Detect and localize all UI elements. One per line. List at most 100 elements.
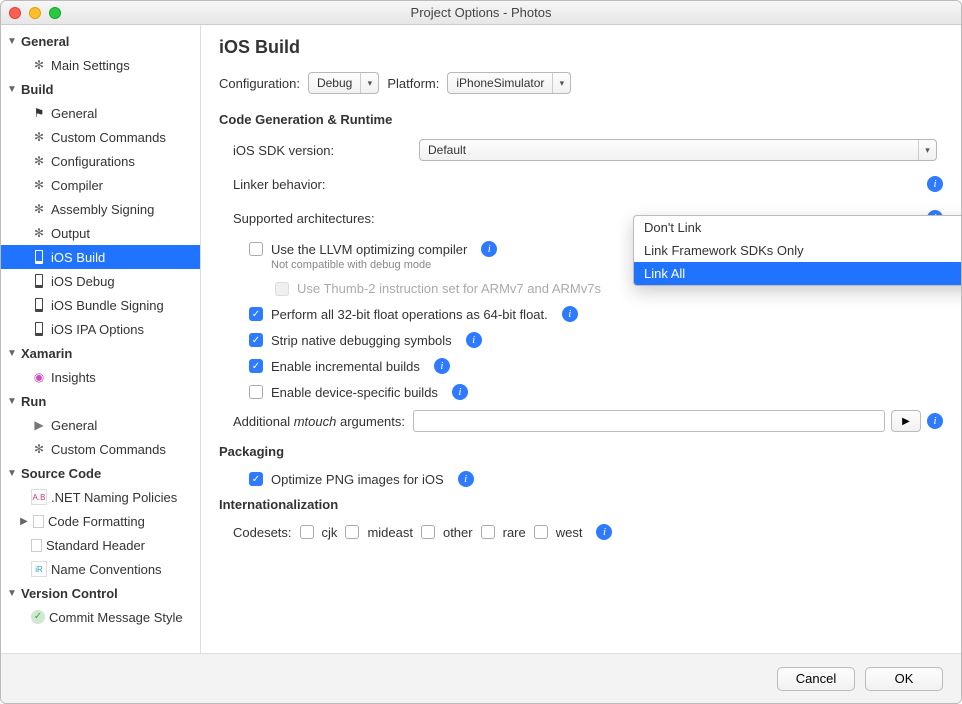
config-row: Configuration: Debug ▾ Platform: iPhoneS… <box>219 72 943 94</box>
sidebar-item-build-general[interactable]: ⚑General <box>1 101 200 125</box>
disclosure-triangle-icon[interactable]: ▼ <box>7 36 17 47</box>
codeset-mideast-checkbox[interactable] <box>345 525 359 539</box>
sidebar-item-ios-build[interactable]: iOS Build <box>1 245 200 269</box>
mtouch-label: Additional mtouch arguments: <box>233 414 405 429</box>
info-icon[interactable]: i <box>596 524 612 540</box>
codesets-label: Codesets: <box>233 525 292 540</box>
info-icon[interactable]: i <box>927 176 943 192</box>
project-options-window: Project Options - Photos ▼General ✻Main … <box>0 0 962 704</box>
sidebar-section-build[interactable]: ▼Build <box>1 77 200 101</box>
device-specific-checkbox[interactable] <box>249 385 263 399</box>
thumb-checkbox <box>275 282 289 296</box>
sidebar-item-ios-debug[interactable]: iOS Debug <box>1 269 200 293</box>
incremental-checkbox[interactable]: ✓ <box>249 359 263 373</box>
sidebar: ▼General ✻Main Settings ▼Build ⚑General … <box>1 25 201 653</box>
chevron-down-icon[interactable]: ▾ <box>360 73 378 93</box>
ab-icon: A.B <box>31 489 47 505</box>
disclosure-triangle-icon[interactable]: ▼ <box>7 468 17 479</box>
sidebar-section-xamarin[interactable]: ▼Xamarin <box>1 341 200 365</box>
png-checkbox[interactable]: ✓ <box>249 472 263 486</box>
linker-dropdown[interactable]: Don't Link Link Framework SDKs Only Link… <box>633 215 961 286</box>
titlebar[interactable]: Project Options - Photos <box>1 1 961 25</box>
sidebar-section-source-code[interactable]: ▼Source Code <box>1 461 200 485</box>
linker-option-dont-link[interactable]: Don't Link <box>634 216 961 239</box>
linker-option-link-sdks[interactable]: Link Framework SDKs Only <box>634 239 961 262</box>
phone-icon <box>31 249 47 265</box>
sidebar-item-run-custom-commands[interactable]: ✻Custom Commands <box>1 437 200 461</box>
gear-icon: ✻ <box>31 57 47 73</box>
sidebar-item-configurations[interactable]: ✻Configurations <box>1 149 200 173</box>
sidebar-section-version-control[interactable]: ▼Version Control <box>1 581 200 605</box>
device-specific-label: Enable device-specific builds <box>271 385 438 400</box>
codeset-other-checkbox[interactable] <box>421 525 435 539</box>
play-icon: ▶ <box>31 417 47 433</box>
strip-checkbox[interactable]: ✓ <box>249 333 263 347</box>
sidebar-item-run-general[interactable]: ▶General <box>1 413 200 437</box>
sidebar-item-compiler[interactable]: ✻Compiler <box>1 173 200 197</box>
document-icon <box>31 539 42 552</box>
chevron-down-icon[interactable]: ▾ <box>552 73 570 93</box>
sidebar-item-custom-commands[interactable]: ✻Custom Commands <box>1 125 200 149</box>
disclosure-triangle-icon[interactable]: ▼ <box>7 396 17 407</box>
info-icon[interactable]: i <box>481 241 497 257</box>
footer: Cancel OK <box>1 653 961 703</box>
sidebar-section-general[interactable]: ▼General <box>1 29 200 53</box>
disclosure-triangle-icon[interactable]: ▼ <box>7 588 17 599</box>
mtouch-run-button[interactable]: ▶ <box>891 410 921 432</box>
linker-option-link-all[interactable]: Link All <box>634 262 961 285</box>
ok-button[interactable]: OK <box>865 667 943 691</box>
sidebar-item-name-conventions[interactable]: iRName Conventions <box>1 557 200 581</box>
gear-icon: ✻ <box>31 153 47 169</box>
platform-label: Platform: <box>387 76 439 91</box>
sidebar-item-insights[interactable]: ◉Insights <box>1 365 200 389</box>
info-icon[interactable]: i <box>458 471 474 487</box>
check-circle-icon: ✓ <box>31 610 45 624</box>
sidebar-item-output[interactable]: ✻Output <box>1 221 200 245</box>
window-title: Project Options - Photos <box>1 5 961 20</box>
thumb-label: Use Thumb-2 instruction set for ARMv7 an… <box>297 281 601 296</box>
incremental-checkbox-row: ✓ Enable incremental builds i <box>219 358 943 374</box>
sdk-version-select[interactable]: Default ▾ <box>419 139 937 161</box>
gear-icon: ✻ <box>31 225 47 241</box>
configuration-select[interactable]: Debug ▾ <box>308 72 379 94</box>
codeset-west-checkbox[interactable] <box>534 525 548 539</box>
sidebar-item-standard-header[interactable]: Standard Header <box>1 533 200 557</box>
disclosure-triangle-icon[interactable]: ▶ <box>19 516 29 527</box>
configuration-label: Configuration: <box>219 76 300 91</box>
info-icon[interactable]: i <box>434 358 450 374</box>
info-icon[interactable]: i <box>452 384 468 400</box>
png-label: Optimize PNG images for iOS <box>271 472 444 487</box>
gear-icon: ✻ <box>31 177 47 193</box>
device-specific-checkbox-row: Enable device-specific builds i <box>219 384 943 400</box>
chevron-down-icon[interactable]: ▾ <box>918 140 936 160</box>
codesets-row: Codesets: cjk mideast other rare west i <box>219 524 943 540</box>
info-icon[interactable]: i <box>562 306 578 322</box>
sidebar-item-code-formatting[interactable]: ▶Code Formatting <box>1 509 200 533</box>
sidebar-section-run[interactable]: ▼Run <box>1 389 200 413</box>
info-icon[interactable]: i <box>466 332 482 348</box>
sidebar-item-commit-message-style[interactable]: ✓Commit Message Style <box>1 605 200 629</box>
llvm-label: Use the LLVM optimizing compiler <box>271 242 467 257</box>
llvm-checkbox[interactable] <box>249 242 263 256</box>
codeset-cjk-checkbox[interactable] <box>300 525 314 539</box>
sidebar-item-ios-ipa-options[interactable]: iOS IPA Options <box>1 317 200 341</box>
disclosure-triangle-icon[interactable]: ▼ <box>7 348 17 359</box>
sidebar-item-main-settings[interactable]: ✻Main Settings <box>1 53 200 77</box>
codeset-rare-checkbox[interactable] <box>481 525 495 539</box>
disclosure-triangle-icon[interactable]: ▼ <box>7 84 17 95</box>
info-icon[interactable]: i <box>927 413 943 429</box>
float-checkbox[interactable]: ✓ <box>249 307 263 321</box>
mtouch-input[interactable] <box>413 410 885 432</box>
float-label: Perform all 32-bit float operations as 6… <box>271 307 548 322</box>
gear-icon: ✻ <box>31 201 47 217</box>
cancel-button[interactable]: Cancel <box>777 667 855 691</box>
ir-icon: iR <box>31 561 47 577</box>
platform-select[interactable]: iPhoneSimulator ▾ <box>447 72 571 94</box>
sidebar-item-ios-bundle-signing[interactable]: iOS Bundle Signing <box>1 293 200 317</box>
float-checkbox-row: ✓ Perform all 32-bit float operations as… <box>219 306 943 322</box>
strip-checkbox-row: ✓ Strip native debugging symbols i <box>219 332 943 348</box>
phone-icon <box>31 321 47 337</box>
sidebar-item-net-naming[interactable]: A.B.NET Naming Policies <box>1 485 200 509</box>
sidebar-item-assembly-signing[interactable]: ✻Assembly Signing <box>1 197 200 221</box>
supported-arch-label: Supported architectures: <box>219 211 419 226</box>
